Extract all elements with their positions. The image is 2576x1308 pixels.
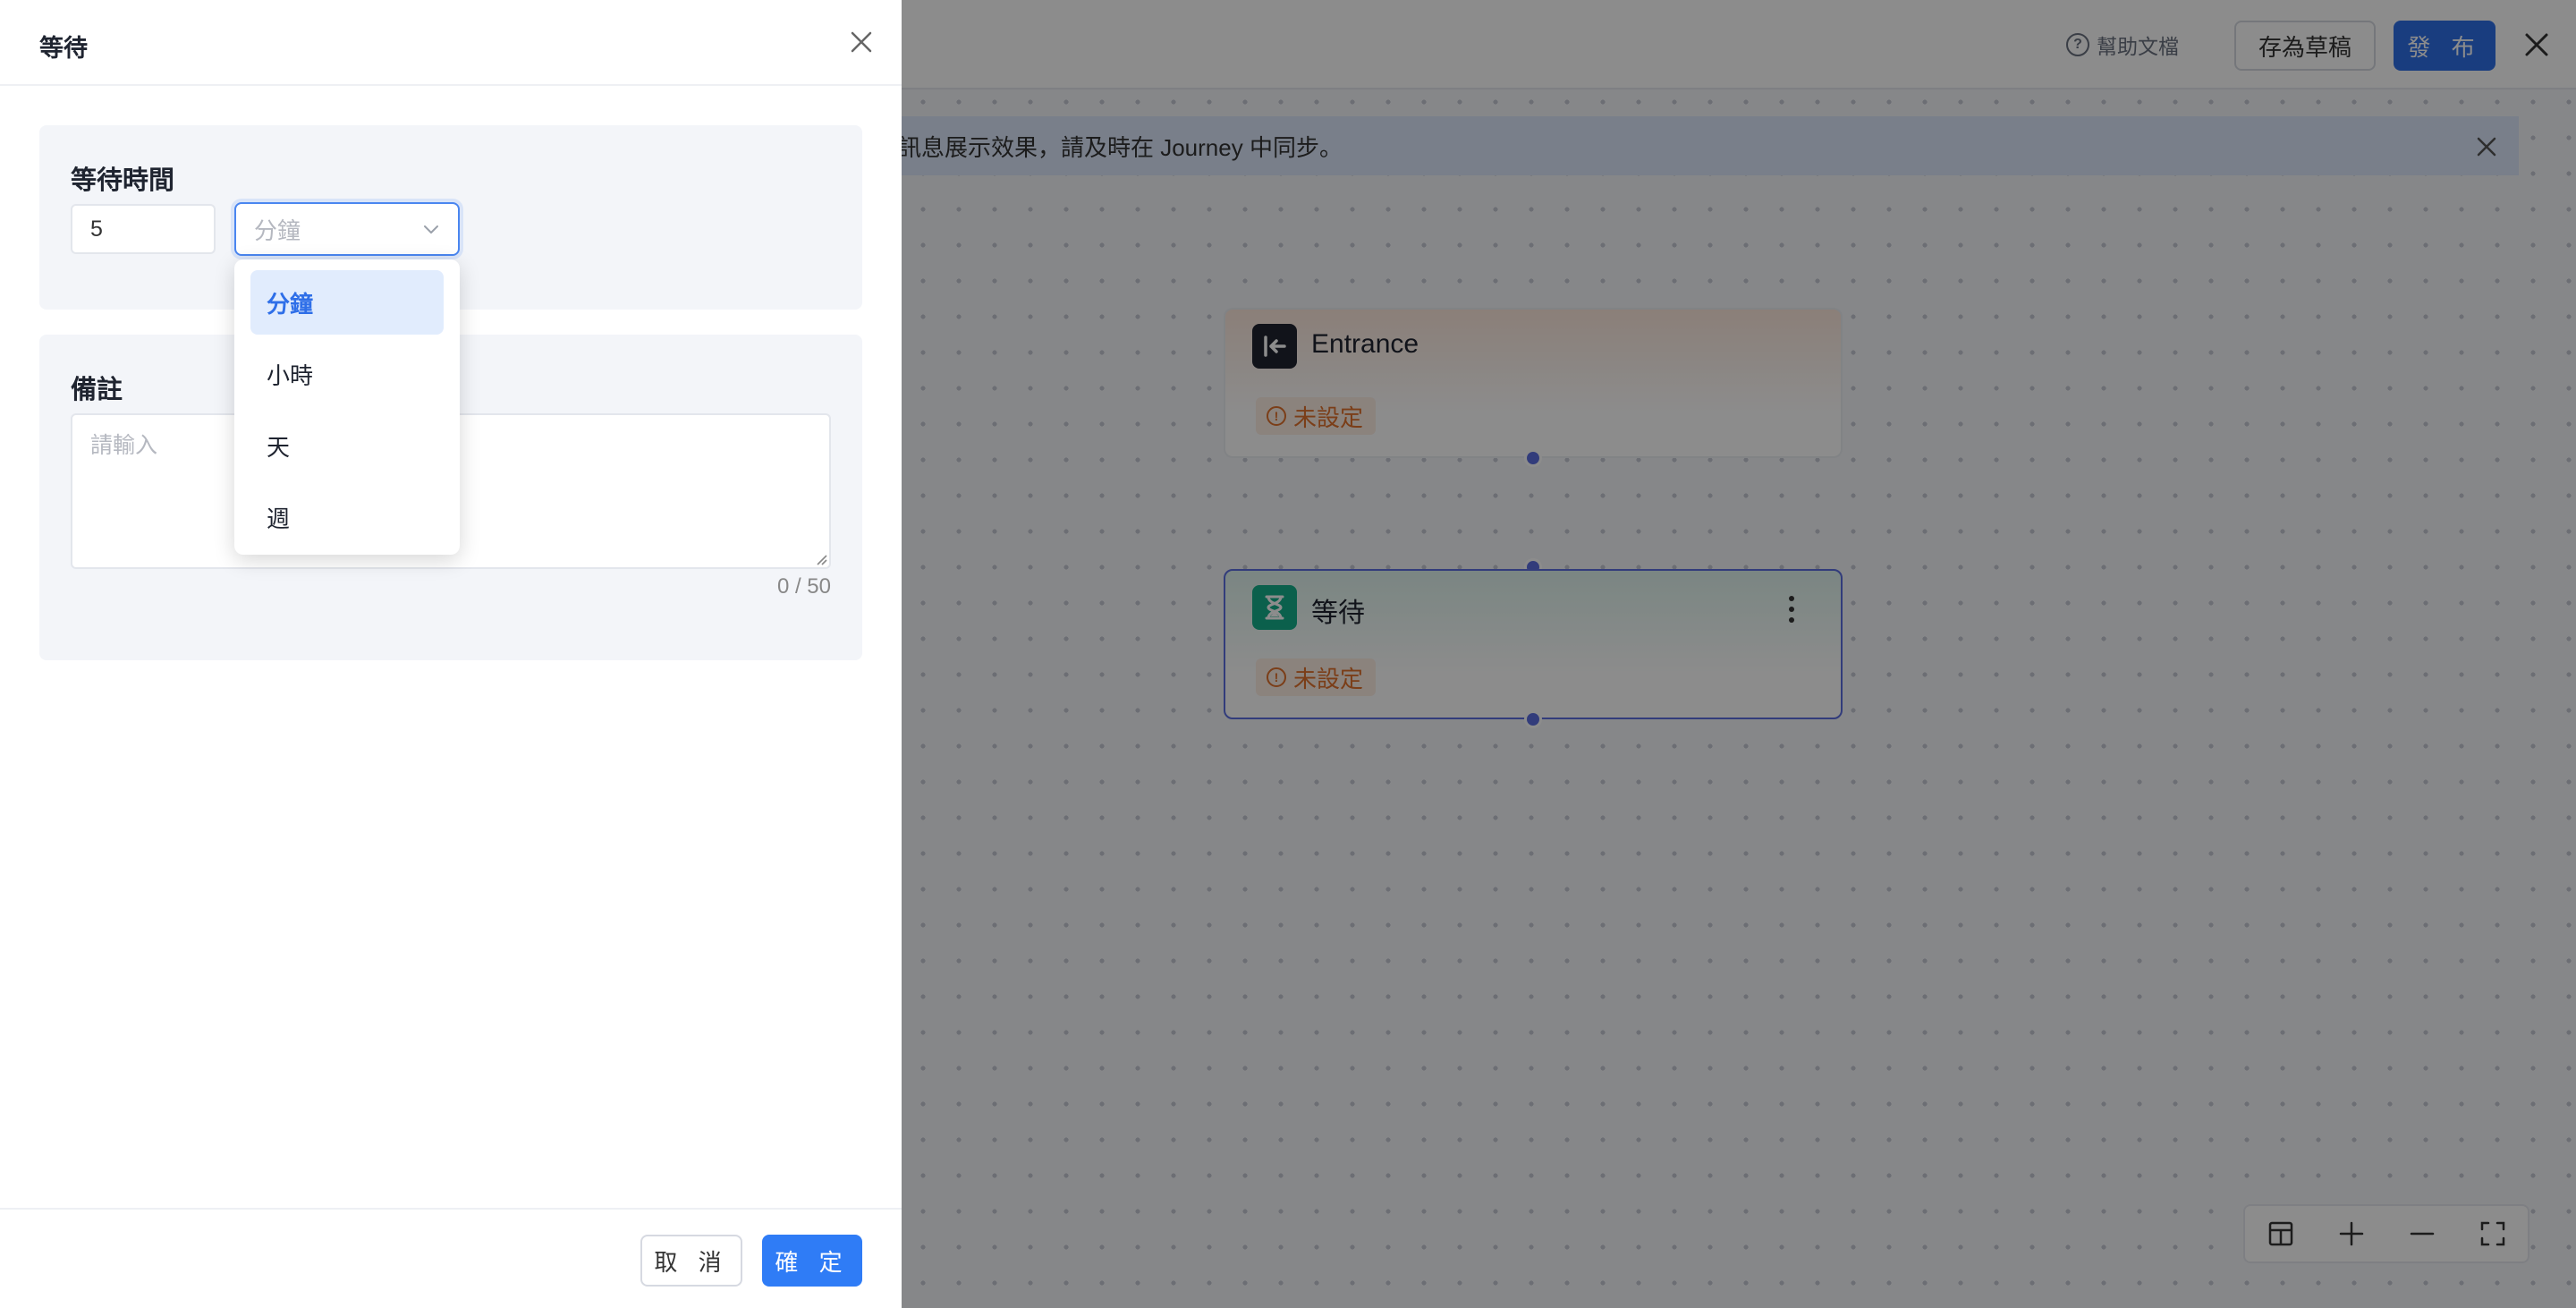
wait-config-drawer: 等待 等待時間 5 分鐘 備註 請輸入 0 / 50 分鐘 小時 天 週 取 消… xyxy=(0,0,902,1308)
unit-option-minutes[interactable]: 分鐘 xyxy=(250,270,444,335)
unit-option-weeks[interactable]: 週 xyxy=(250,485,444,549)
unit-option-hours[interactable]: 小時 xyxy=(250,342,444,406)
resize-handle-icon[interactable] xyxy=(813,551,827,565)
drawer-close-icon[interactable] xyxy=(846,27,877,57)
unit-option-days[interactable]: 天 xyxy=(250,413,444,478)
unit-dropdown-menu: 分鐘 小時 天 週 xyxy=(234,259,460,555)
cancel-button[interactable]: 取 消 xyxy=(640,1235,742,1287)
confirm-button[interactable]: 確 定 xyxy=(762,1235,862,1287)
chevron-down-icon xyxy=(420,218,442,240)
drawer-footer: 取 消 確 定 xyxy=(0,1208,902,1308)
wait-unit-select[interactable]: 分鐘 xyxy=(234,202,460,256)
note-char-counter: 0 / 50 xyxy=(776,574,831,599)
note-label: 備註 xyxy=(71,376,123,404)
wait-amount-input[interactable]: 5 xyxy=(71,204,216,254)
wait-time-label: 等待時間 xyxy=(71,166,175,195)
app-root: ? 幫助文檔 存為草稿 發 布 訊息展示效果，請及時在 Journey 中同步。… xyxy=(0,0,2576,1308)
note-placeholder: 請輸入 xyxy=(90,433,158,458)
drawer-title: 等待 xyxy=(39,35,88,62)
unit-select-placeholder: 分鐘 xyxy=(254,217,301,244)
drawer-header: 等待 xyxy=(0,0,902,86)
